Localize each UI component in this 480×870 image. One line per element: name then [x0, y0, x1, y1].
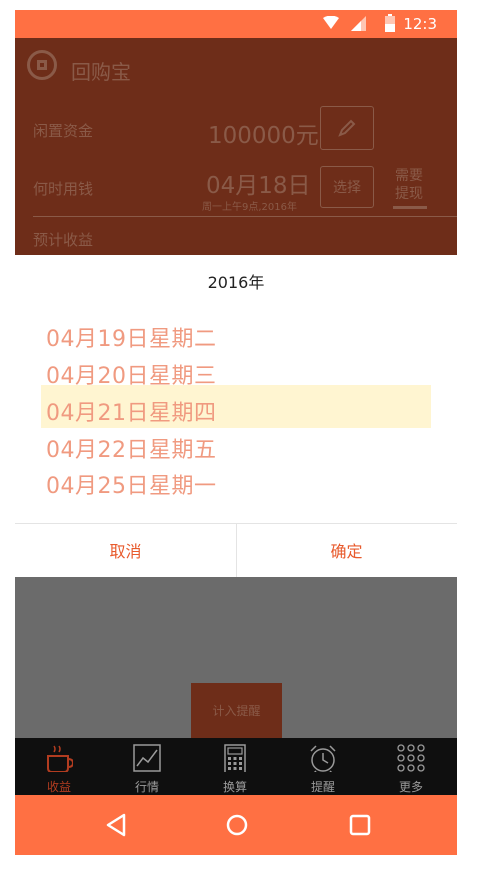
wifi-icon [323, 16, 339, 29]
date-option[interactable]: 04月22日星期五 [46, 432, 217, 464]
withdraw-toggle[interactable] [393, 206, 427, 209]
coffee-cup-icon [47, 745, 73, 772]
system-navigation-bar [15, 795, 457, 855]
pencil-icon [338, 119, 356, 137]
when-date-subtitle: 周一上午9点,2016年 [202, 202, 297, 213]
idle-funds-label: 闲置资金 [33, 122, 94, 140]
cancel-button[interactable]: 取消 [15, 523, 236, 577]
back-icon[interactable] [105, 813, 127, 837]
tab-label: 行情 [134, 780, 159, 794]
date-option[interactable]: 04月19日星期二 [46, 321, 217, 353]
add-reminder-button[interactable]: 计入提醒 [191, 683, 282, 738]
date-option[interactable]: 04月20日星期三 [46, 358, 217, 390]
battery-icon [385, 14, 395, 32]
signal-icon [351, 16, 366, 31]
edit-amount-button[interactable] [320, 106, 374, 150]
app-logo-icon [27, 50, 57, 80]
tab-earnings[interactable]: 收益 [15, 738, 103, 795]
date-option-selected[interactable]: 04月21日星期四 [46, 395, 217, 427]
idle-funds-value: 100000元 [208, 123, 319, 149]
header-divider [33, 216, 457, 217]
tab-label: 换算 [222, 780, 247, 794]
tab-market[interactable]: 行情 [103, 738, 191, 795]
select-date-button[interactable]: 选择 [320, 166, 374, 208]
tab-label: 提醒 [310, 780, 335, 794]
tab-label: 收益 [46, 780, 71, 794]
when-use-label: 何时用钱 [33, 180, 94, 198]
date-option[interactable]: 04月25日星期一 [46, 468, 217, 500]
line-chart-icon [133, 744, 161, 772]
need-withdraw-label: 需要 提现 [395, 168, 423, 202]
home-icon[interactable] [225, 813, 249, 837]
tab-more[interactable]: 更多 [367, 738, 455, 795]
expected-return-label: 预计收益 [33, 231, 94, 249]
confirm-button[interactable]: 确定 [236, 523, 457, 577]
recent-apps-icon[interactable] [349, 814, 371, 836]
tab-reminder[interactable]: 提醒 [279, 738, 367, 795]
status-bar: 12:3 [15, 10, 457, 38]
bottom-tab-bar: 收益 行情 换算 提醒 更多 [15, 738, 457, 795]
tab-label: 更多 [398, 780, 423, 794]
grid-dots-icon [397, 744, 425, 772]
dialog-year-title: 2016年 [207, 273, 265, 292]
alarm-clock-icon [310, 745, 336, 772]
date-picker-dialog: 2016年 04月19日星期二 04月20日星期三 04月21日星期四 04月2… [15, 255, 457, 577]
tab-convert[interactable]: 换算 [191, 738, 279, 795]
app-screen: 回购宝 闲置资金 100000元 何时用钱 04月18日 周一上午9点,2016… [15, 38, 457, 795]
calculator-icon [224, 744, 246, 772]
header-card: 回购宝 闲置资金 100000元 何时用钱 04月18日 周一上午9点,2016… [15, 38, 457, 268]
status-time: 12:3 [403, 15, 437, 33]
app-title: 回购宝 [71, 60, 131, 84]
when-date-value: 04月18日 [206, 173, 311, 199]
